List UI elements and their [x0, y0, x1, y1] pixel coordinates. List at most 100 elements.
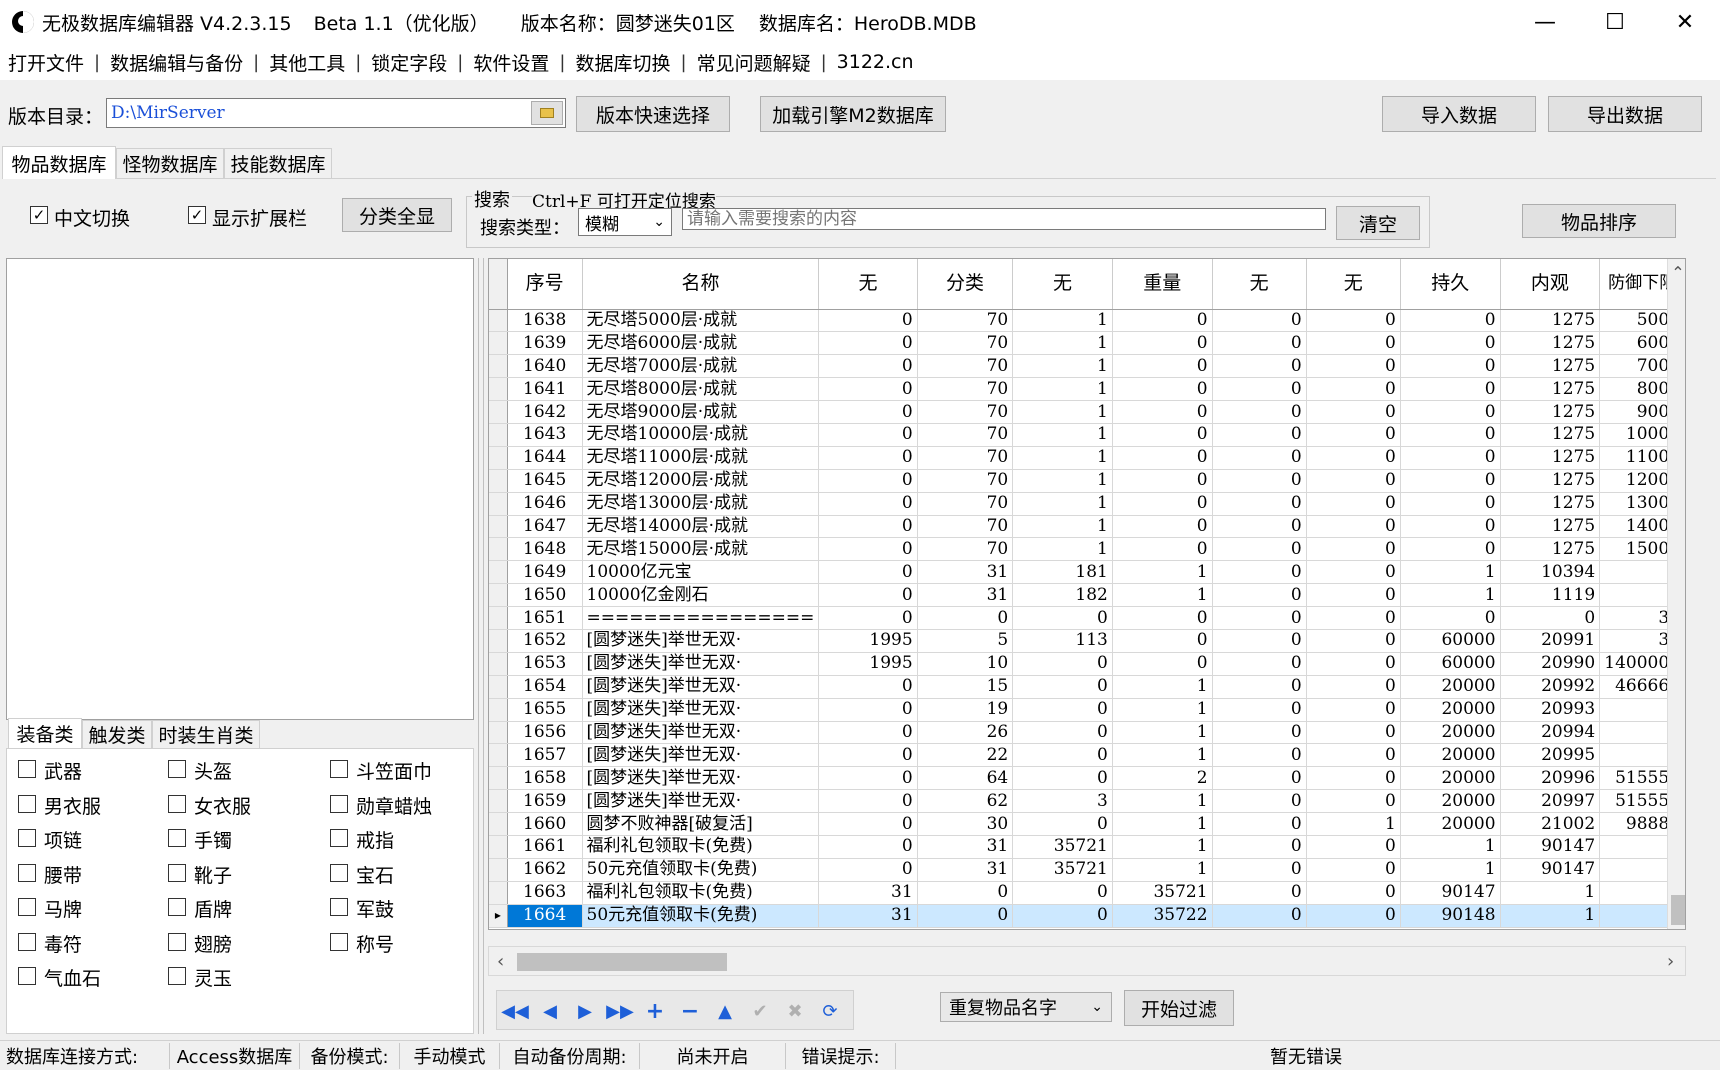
table-cell[interactable]: 0 — [818, 698, 918, 722]
table-cell[interactable]: 31 — [818, 881, 918, 905]
table-cell[interactable]: 0 — [1212, 492, 1307, 516]
table-cell[interactable]: 0 — [818, 858, 918, 882]
item-grid[interactable]: 序号 名称无分类无重量无无持久 内观 防御下限 1638 无尽塔5000层·成就 0 70 1… — [488, 258, 1686, 930]
column-header[interactable]: 无 — [1212, 259, 1307, 310]
table-cell[interactable]: 0 — [818, 515, 918, 539]
table-cell[interactable]: 0 — [818, 560, 918, 585]
row-indicator[interactable] — [489, 675, 508, 699]
table-cell[interactable]: 1995 — [818, 652, 918, 676]
delete-icon[interactable]: − — [675, 998, 705, 1024]
table-cell[interactable]: 0 — [1112, 606, 1213, 630]
category-checkbox[interactable] — [18, 760, 36, 778]
table-cell[interactable]: 1 — [1012, 354, 1113, 379]
table-cell[interactable]: 0 — [1212, 606, 1307, 630]
table-cell[interactable]: 0 — [1212, 789, 1307, 814]
table-cell[interactable]: 1649 — [507, 560, 583, 585]
table-cell[interactable]: 0 — [1306, 583, 1401, 608]
category-checkbox[interactable] — [330, 898, 348, 916]
table-cell[interactable]: 0 — [1212, 904, 1307, 928]
table-row[interactable]: 1658 [圆梦迷失]举世无双· 0 64 0 2 0 0 20000 20996 515555 — [489, 766, 1685, 791]
table-cell[interactable]: 1662 — [507, 858, 583, 882]
vertical-scroll-thumb[interactable] — [1671, 895, 1685, 925]
scroll-left-icon[interactable]: ‹ — [497, 951, 504, 972]
table-cell[interactable]: 0 — [917, 606, 1014, 630]
table-cell[interactable]: 0 — [1112, 400, 1213, 424]
table-cell[interactable]: 1646 — [507, 492, 583, 516]
maximize-button[interactable]: ☐ — [1580, 0, 1650, 44]
table-cell[interactable]: 31 — [917, 858, 1014, 882]
table-cell[interactable]: 0 — [818, 812, 918, 836]
scroll-down-icon[interactable]: ⌄ — [1668, 923, 1685, 929]
table-cell[interactable]: 1650 — [507, 583, 583, 608]
table-cell[interactable]: 0 — [818, 309, 918, 333]
table-cell[interactable]: 0 — [818, 766, 918, 791]
table-cell[interactable]: 15 — [917, 675, 1014, 699]
table-cell[interactable]: 20000 — [1400, 789, 1501, 814]
table-cell[interactable]: 1 — [1500, 904, 1601, 928]
load-m2-button[interactable]: 加载引擎M2数据库 — [760, 96, 946, 132]
show-all-button[interactable]: 分类全显 — [342, 198, 452, 232]
table-cell[interactable]: 1661 — [507, 835, 583, 859]
table-cell[interactable]: 0 — [1306, 789, 1401, 814]
menu-db-switch[interactable]: 数据库切换 — [575, 49, 670, 76]
table-cell[interactable]: [圆梦迷失]举世无双· — [582, 766, 820, 791]
minimize-button[interactable]: — — [1510, 0, 1580, 44]
table-cell[interactable]: 1663 — [507, 881, 583, 905]
table-cell[interactable]: 1644 — [507, 446, 583, 470]
table-cell[interactable]: 62 — [917, 789, 1014, 814]
table-cell[interactable]: 1275 — [1500, 446, 1601, 470]
table-cell[interactable]: 无尽塔15000层·成就 — [582, 537, 820, 562]
table-cell[interactable]: 60000 — [1400, 629, 1501, 653]
table-cell[interactable]: 0 — [1400, 354, 1501, 379]
menu-lock-fields[interactable]: 锁定字段 — [371, 49, 447, 76]
table-cell[interactable]: 35721 — [1012, 858, 1113, 882]
table-cell[interactable]: [圆梦迷失]举世无双· — [582, 629, 820, 653]
table-cell[interactable]: 35721 — [1012, 835, 1113, 859]
table-cell[interactable]: 1651 — [507, 606, 583, 630]
row-indicator[interactable] — [489, 354, 508, 379]
table-cell[interactable]: 20994 — [1500, 721, 1601, 745]
table-cell[interactable]: 0 — [1400, 469, 1501, 493]
table-cell[interactable]: 35721 — [1112, 881, 1213, 905]
table-row[interactable]: 1642 无尽塔9000层·成就 0 70 1 0 0 0 0 1275 9000 — [489, 400, 1685, 424]
table-cell[interactable]: 60000 — [1400, 652, 1501, 676]
table-cell[interactable]: 0 — [818, 721, 918, 745]
table-row[interactable]: 1646 无尽塔13000层·成就 0 70 1 0 0 0 0 1275 13000 — [489, 492, 1685, 516]
table-cell[interactable]: 0 — [1212, 583, 1307, 608]
column-header[interactable]: 重量 — [1112, 259, 1213, 310]
menu-faq[interactable]: 常见问题解疑 — [697, 49, 811, 76]
table-cell[interactable]: 0 — [1012, 606, 1113, 630]
table-cell[interactable]: 0 — [818, 377, 918, 402]
table-cell[interactable]: 无尽塔5000层·成就 — [582, 309, 820, 333]
table-cell[interactable]: 90148 — [1400, 904, 1501, 928]
table-cell[interactable]: 0 — [1212, 766, 1307, 791]
scroll-right-icon[interactable]: › — [1667, 951, 1674, 972]
table-cell[interactable]: 0 — [1112, 354, 1213, 379]
table-cell[interactable]: 0 — [818, 583, 918, 608]
table-row[interactable]: 1660 圆梦不败神器[破复活] 0 30 0 1 0 1 20000 21002 98888 — [489, 812, 1685, 836]
table-cell[interactable]: 1 — [1112, 812, 1213, 836]
row-indicator[interactable] — [489, 446, 508, 470]
row-indicator[interactable] — [489, 515, 508, 539]
clear-button[interactable]: 清空 — [1336, 206, 1420, 240]
table-cell[interactable]: 1659 — [507, 789, 583, 814]
category-checkbox[interactable] — [330, 863, 348, 882]
table-cell[interactable]: 70 — [917, 515, 1014, 539]
table-cell[interactable]: 1657 — [507, 743, 583, 768]
table-cell[interactable]: 20996 — [1500, 766, 1601, 791]
show-ext-checkbox[interactable]: ✓ — [188, 206, 206, 224]
category-checkbox[interactable] — [330, 829, 348, 847]
table-cell[interactable]: 31 — [818, 904, 918, 928]
table-cell[interactable]: 1275 — [1500, 400, 1601, 424]
table-cell[interactable]: 0 — [1400, 606, 1501, 630]
table-cell[interactable]: 0 — [1306, 377, 1401, 402]
table-cell[interactable]: 0 — [1112, 309, 1213, 333]
table-cell[interactable]: 1995 — [818, 629, 918, 653]
column-header[interactable]: 名称 — [582, 259, 820, 310]
row-indicator[interactable] — [489, 537, 508, 562]
table-cell[interactable]: 1642 — [507, 400, 583, 424]
table-cell[interactable]: 20000 — [1400, 766, 1501, 791]
table-cell[interactable]: 0 — [818, 835, 918, 859]
tab-fashion[interactable]: 时装生肖类 — [152, 720, 260, 748]
row-indicator[interactable] — [489, 423, 508, 447]
